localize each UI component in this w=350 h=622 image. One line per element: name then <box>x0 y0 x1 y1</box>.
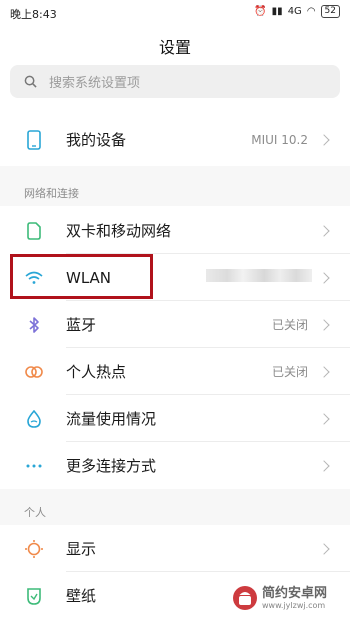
bluetooth-label: 蓝牙 <box>66 316 97 334</box>
alarm-icon: ⏰ <box>254 6 267 17</box>
watermark-url: www.jylzwj.com <box>262 600 326 610</box>
wallpaper-icon <box>24 586 44 606</box>
miui-version: MIUI 10.2 <box>251 132 308 147</box>
hotspot-row[interactable]: 个人热点 已关闭 <box>0 348 350 395</box>
page-title: 设置 <box>158 38 191 57</box>
chevron-right-icon <box>318 459 330 472</box>
sim-mobile-network-label: 双卡和移动网络 <box>66 222 172 240</box>
my-device-label: 我的设备 <box>66 131 127 149</box>
section-personal: 个人 <box>0 489 350 525</box>
hotspot-label: 个人热点 <box>66 363 127 381</box>
phone-icon <box>24 129 44 150</box>
data-usage-row[interactable]: 流量使用情况 <box>0 395 350 442</box>
site-watermark: 简约安卓网 www.jylzwj.com <box>232 585 327 611</box>
status-bar: 晚上8:43 ⏰ ▮▮ 4G ◠ 52 <box>0 0 350 24</box>
sim-mobile-network-row[interactable]: 双卡和移动网络 <box>0 207 350 254</box>
chevron-right-icon <box>318 412 330 425</box>
chevron-right-icon <box>318 365 330 378</box>
search-placeholder: 搜索系统设置项 <box>49 76 141 91</box>
bluetooth-status: 已关闭 <box>271 318 308 332</box>
chevron-right-icon <box>318 224 330 237</box>
section-label-personal: 个人 <box>24 506 46 519</box>
search-icon <box>24 75 37 88</box>
brightness-icon <box>24 539 44 559</box>
wifi-status-icon: ◠ <box>306 6 316 17</box>
battery-icon: 52 <box>320 5 340 18</box>
status-time: 晚上8:43 <box>10 8 57 21</box>
more-connections-row[interactable]: 更多连接方式 <box>0 442 350 489</box>
my-device-row[interactable]: 我的设备 MIUI 10.2 <box>0 116 350 163</box>
section-label-network: 网络和连接 <box>24 187 79 200</box>
hotspot-icon <box>24 362 44 382</box>
sim-card-icon <box>24 221 44 241</box>
water-drop-icon <box>24 409 44 429</box>
network-type: 4G <box>287 6 302 17</box>
wallpaper-label: 壁纸 <box>66 587 97 605</box>
watermark-name: 简约安卓网 <box>262 585 328 601</box>
chevron-right-icon <box>318 318 330 331</box>
display-label: 显示 <box>66 540 97 558</box>
more-dots-icon <box>24 456 44 476</box>
display-row[interactable]: 显示 <box>0 525 350 572</box>
section-network: 网络和连接 <box>0 166 350 206</box>
chevron-right-icon <box>318 133 330 146</box>
bluetooth-icon <box>24 315 44 335</box>
signal-icon: ▮▮ <box>271 6 283 17</box>
bluetooth-row[interactable]: 蓝牙 已关闭 <box>0 301 350 348</box>
hotspot-status: 已关闭 <box>271 365 308 379</box>
status-icons: ⏰ ▮▮ 4G ◠ 52 <box>254 5 340 18</box>
wlan-highlight-box <box>10 254 153 299</box>
wlan-network-name-blurred <box>206 269 312 282</box>
chevron-right-icon <box>318 271 330 284</box>
search-input[interactable]: 搜索系统设置项 <box>10 65 340 98</box>
more-connections-label: 更多连接方式 <box>66 457 157 475</box>
data-usage-label: 流量使用情况 <box>66 410 157 428</box>
chevron-right-icon <box>318 542 330 555</box>
android-logo-icon <box>233 586 257 610</box>
